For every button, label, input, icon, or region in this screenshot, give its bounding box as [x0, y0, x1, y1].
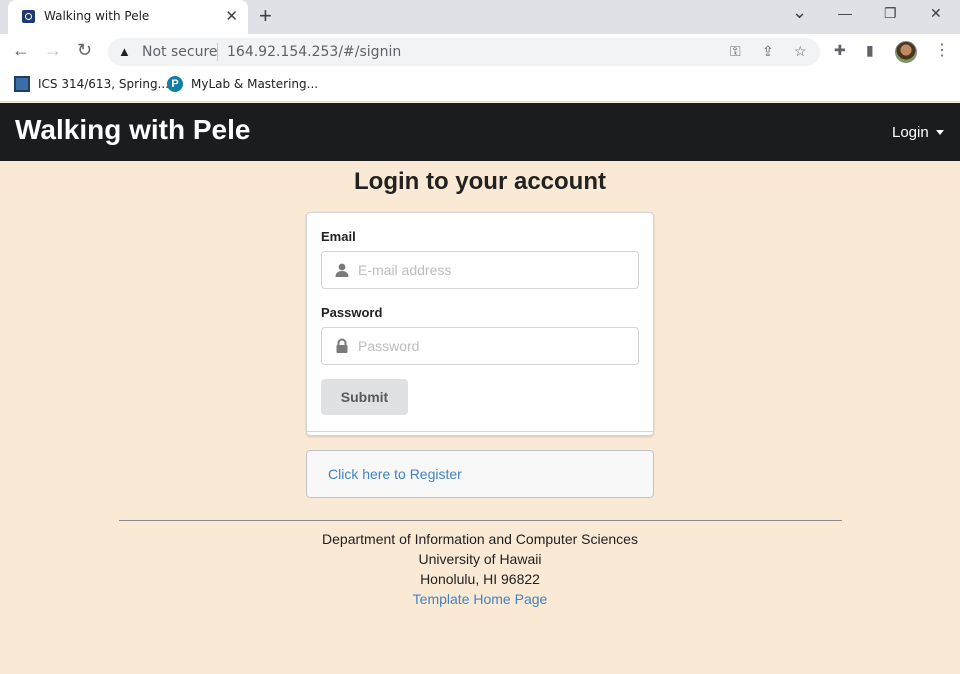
template-home-link[interactable]: Template Home Page [413, 591, 548, 607]
email-field-wrapper[interactable] [321, 251, 639, 289]
register-message: Click here to Register [306, 450, 654, 498]
browser-menu-icon[interactable]: ⋮ [934, 40, 950, 60]
bookmarks-bar: ICS 314/613, Spring... MyLab & Mastering… [0, 70, 960, 102]
site-brand[interactable]: Walking with Pele [15, 114, 250, 146]
bookmark-ics314[interactable]: ICS 314/613, Spring... [38, 77, 169, 91]
close-tab-icon[interactable]: ✕ [225, 7, 238, 25]
email-input[interactable] [358, 252, 634, 288]
browser-tabstrip: Walking with Pele ✕ + ⌄ — ❐ ✕ [0, 0, 960, 34]
lock-icon [336, 338, 348, 353]
footer-address: Honolulu, HI 96822 [420, 571, 540, 587]
site-favicon-icon [22, 10, 35, 23]
profile-avatar[interactable] [895, 41, 917, 63]
tab-search-chevron-icon[interactable]: ⌄ [792, 2, 807, 23]
dropdown-caret-icon[interactable] [936, 130, 944, 135]
tab-title: Walking with Pele [44, 9, 150, 23]
footer-department: Department of Information and Computer S… [322, 531, 638, 547]
extensions-puzzle-icon[interactable]: ✚ [834, 42, 846, 59]
email-label: Email [321, 229, 356, 244]
window-close-icon[interactable]: ✕ [930, 5, 942, 22]
restore-icon[interactable]: ❐ [884, 5, 897, 22]
login-form: Email Password Submit [306, 212, 654, 436]
reload-icon[interactable]: ↻ [77, 40, 92, 61]
omnibox-divider [217, 43, 218, 61]
minimize-icon[interactable]: — [838, 5, 852, 21]
security-status[interactable]: Not secure [142, 44, 218, 60]
password-key-icon[interactable]: ⚿ [730, 43, 741, 60]
bookmark-mylab[interactable]: MyLab & Mastering... [191, 77, 318, 91]
new-tab-icon[interactable]: + [259, 3, 272, 29]
footer-university: University of Hawaii [418, 551, 542, 567]
bookmark-star-icon[interactable]: ☆ [794, 43, 807, 60]
site-navbar: Walking with Pele Login [0, 103, 960, 161]
warning-icon[interactable]: ▲ [118, 44, 131, 59]
password-field-wrapper[interactable] [321, 327, 639, 365]
footer-divider [119, 520, 842, 521]
share-icon[interactable]: ⇪ [762, 43, 774, 60]
browser-toolbar: ← → ↻ ▲ Not secure 164.92.154.253/#/sign… [0, 34, 960, 70]
register-link[interactable]: Click here to Register [328, 466, 462, 482]
url-text[interactable]: 164.92.154.253/#/signin [227, 44, 401, 60]
user-icon [335, 263, 349, 277]
login-dropdown[interactable]: Login [892, 124, 929, 141]
footer-link-row: Template Home Page [0, 591, 960, 607]
pearson-icon: P [167, 76, 183, 92]
bookmark-square-icon [14, 76, 30, 92]
password-label: Password [321, 305, 383, 320]
forward-icon[interactable]: → [44, 40, 62, 61]
back-icon[interactable]: ← [12, 40, 30, 61]
page-title: Login to your account [354, 168, 606, 195]
browser-tab[interactable]: Walking with Pele ✕ [8, 0, 248, 34]
submit-button[interactable]: Submit [321, 379, 408, 415]
password-input[interactable] [358, 328, 634, 364]
address-bar[interactable]: ▲ Not secure 164.92.154.253/#/signin ⚿ ⇪… [108, 38, 820, 66]
side-panel-icon[interactable]: ▮ [866, 42, 874, 59]
